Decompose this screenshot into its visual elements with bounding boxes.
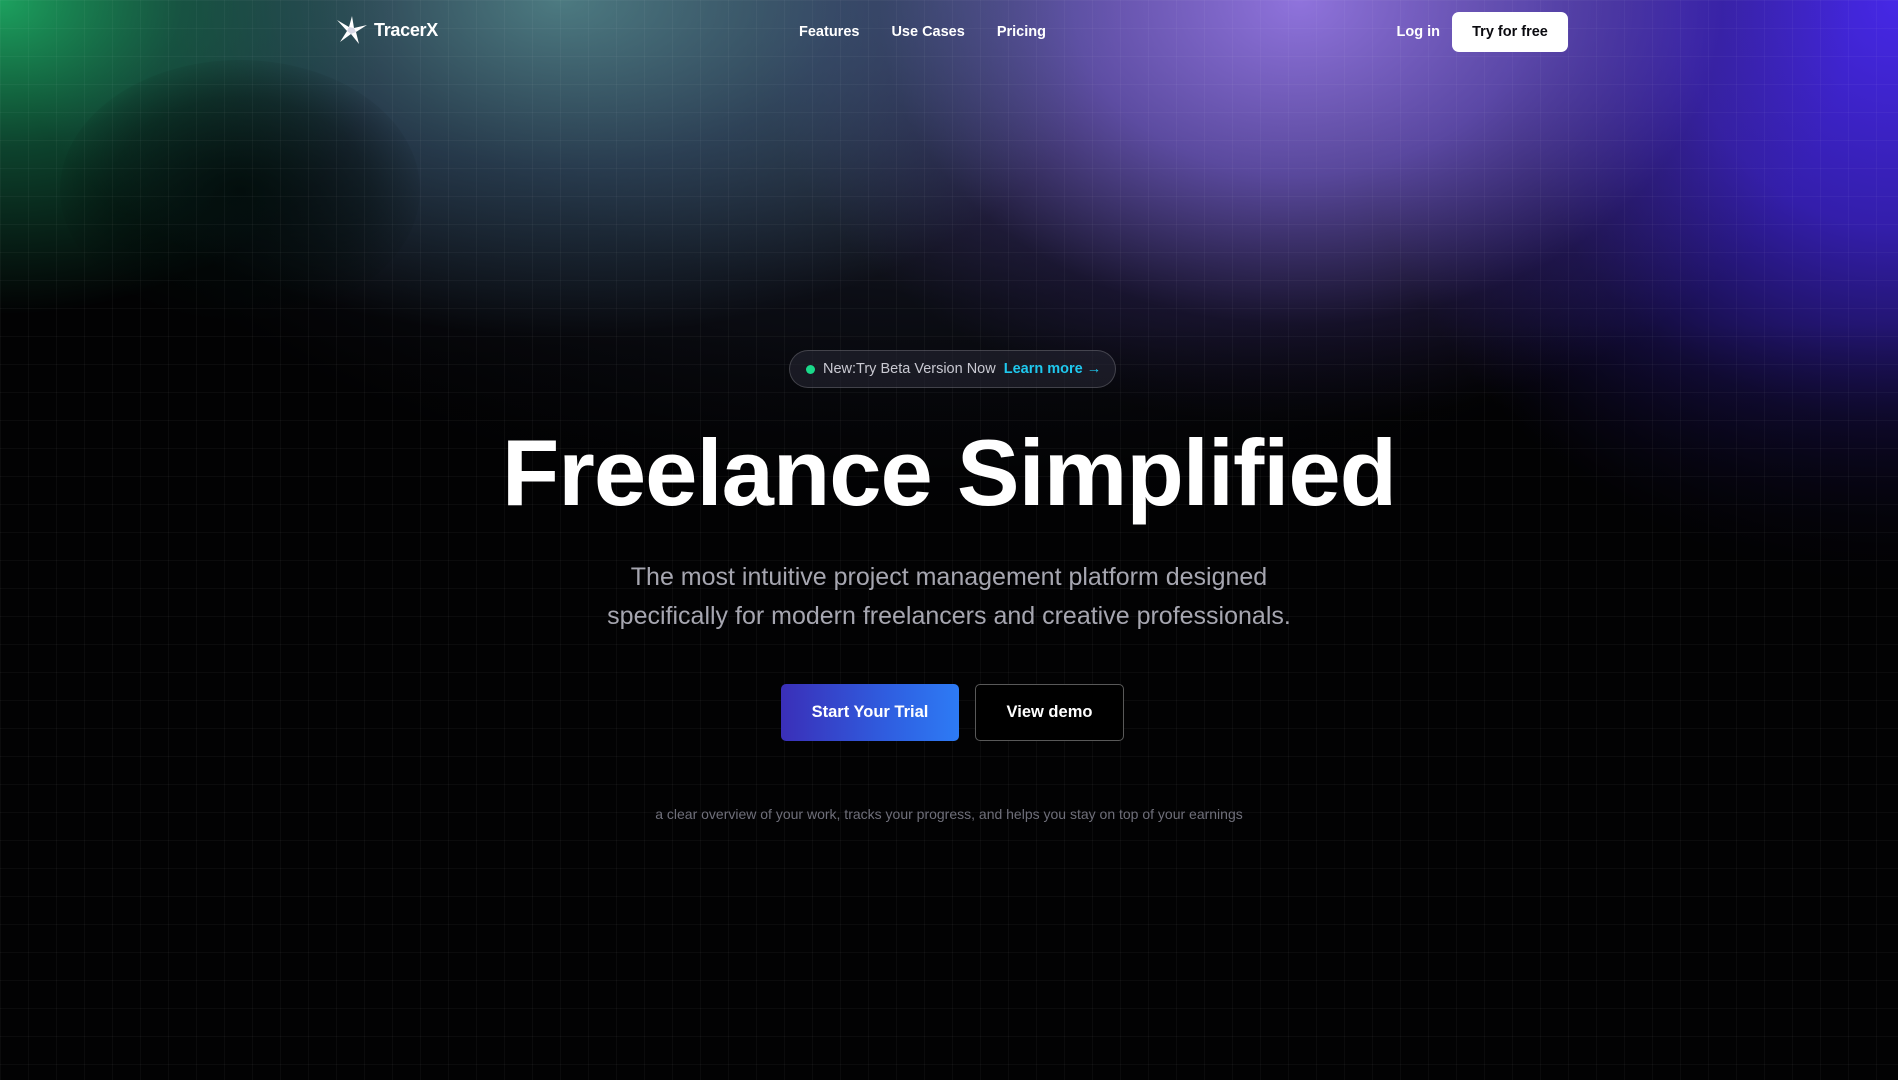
nav-link-pricing[interactable]: Pricing <box>997 24 1046 40</box>
login-link[interactable]: Log in <box>1397 24 1441 40</box>
announcement-badge: New:Try Beta Version Now Learn more → <box>789 350 1116 388</box>
announcement-text: New:Try Beta Version Now <box>823 361 996 377</box>
try-for-free-button[interactable]: Try for free <box>1452 12 1568 52</box>
brand-logo-link[interactable]: TracerX <box>336 15 438 45</box>
nav-actions: Log in Try for free <box>1397 12 1568 52</box>
brand-name: TracerX <box>374 19 438 40</box>
landing-page: TracerX Features Use Cases Pricing Log i… <box>0 0 1898 1080</box>
nav-link-use-cases[interactable]: Use Cases <box>891 24 964 40</box>
background-grid <box>0 0 1898 1080</box>
hero-subheading-line-1: The most intuitive project management pl… <box>630 563 1268 591</box>
nav-link-features[interactable]: Features <box>799 24 859 40</box>
top-navigation: TracerX Features Use Cases Pricing Log i… <box>336 12 1568 52</box>
learn-more-link[interactable]: Learn more → <box>1004 361 1102 377</box>
nav-links: Features Use Cases Pricing <box>799 12 1046 52</box>
hero-headline: Freelance Simplified <box>501 420 1397 525</box>
hero-tagline: a clear overview of your work, tracks yo… <box>655 806 1243 822</box>
hero-subheading: The most intuitive project management pl… <box>549 558 1349 636</box>
hero-subheading-line-2: specifically for modern freelancers and … <box>607 602 1291 630</box>
hero-cta-group: Start Your Trial View demo <box>781 684 1124 741</box>
view-demo-button[interactable]: View demo <box>975 684 1124 741</box>
status-dot-icon <box>806 364 815 374</box>
start-trial-button[interactable]: Start Your Trial <box>781 684 959 741</box>
star-burst-logo-icon <box>337 16 367 44</box>
